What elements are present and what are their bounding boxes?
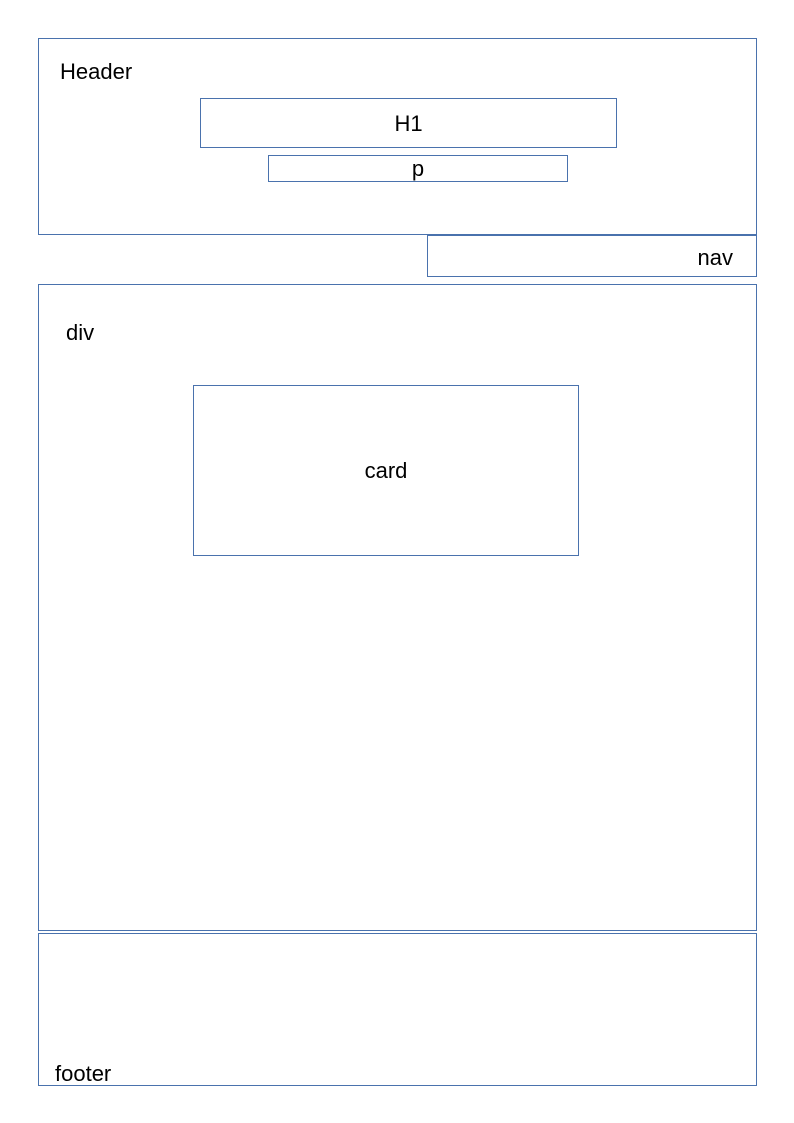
nav-label: nav <box>697 245 733 270</box>
div-label: div <box>66 320 95 345</box>
nav-region: nav <box>427 235 757 277</box>
footer-region: footer <box>38 933 757 1086</box>
footer-label: footer <box>55 1061 112 1086</box>
card-label: card <box>364 458 408 483</box>
h1-block: H1 <box>200 98 617 148</box>
paragraph-label: p <box>411 156 425 181</box>
h1-label: H1 <box>394 111 423 136</box>
card-block: card <box>193 385 579 556</box>
header-label: Header <box>60 59 133 84</box>
main-div-region: div <box>38 284 757 931</box>
paragraph-block: p <box>268 155 568 182</box>
